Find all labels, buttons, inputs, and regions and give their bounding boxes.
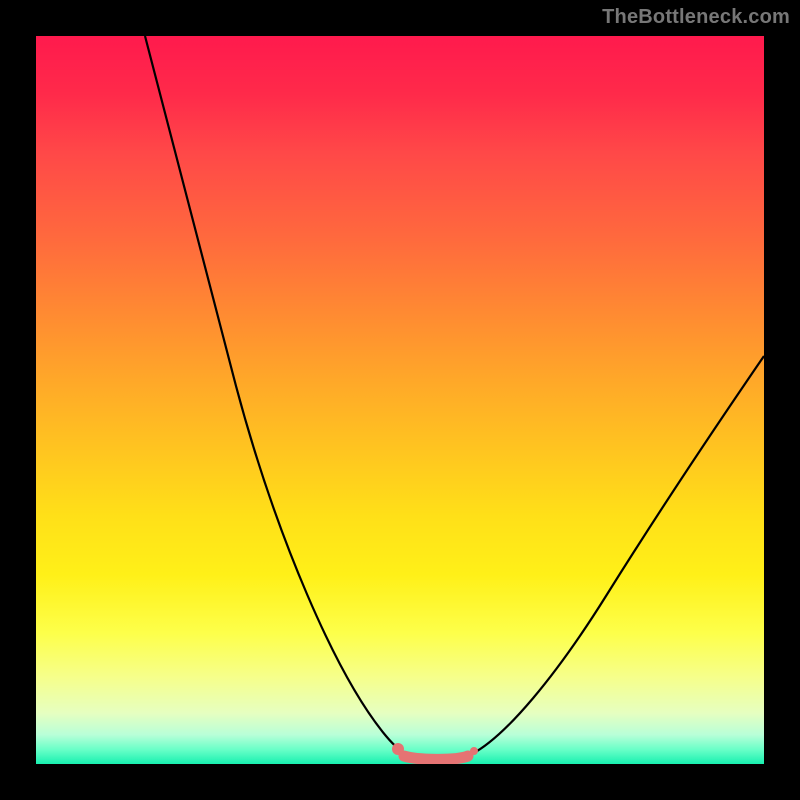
- flat-markers: [392, 743, 478, 759]
- plot-area: [36, 36, 764, 764]
- right-curve: [472, 356, 764, 754]
- chart-frame: TheBottleneck.com: [0, 0, 800, 800]
- curve-layer: [36, 36, 764, 764]
- watermark-text: TheBottleneck.com: [602, 6, 790, 29]
- left-curve: [145, 36, 411, 756]
